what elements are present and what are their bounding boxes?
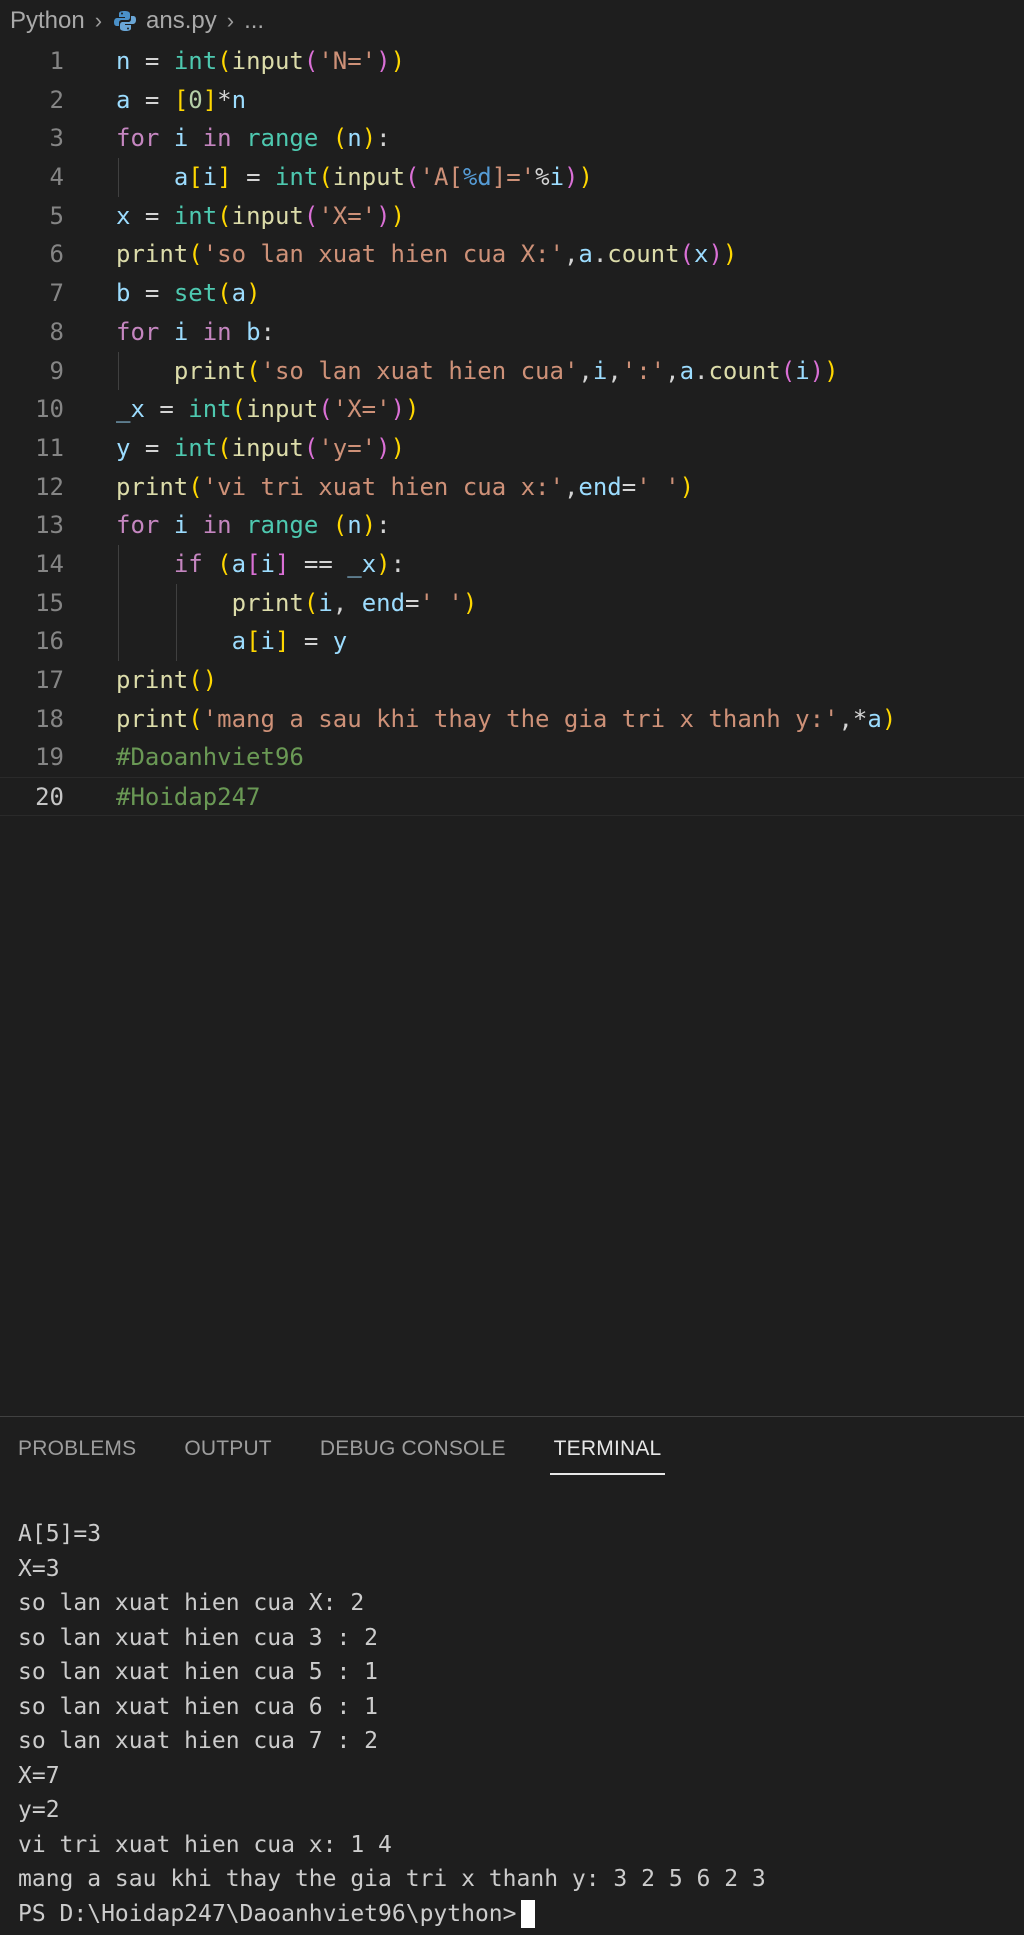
- panel-tabs: PROBLEMS OUTPUT DEBUG CONSOLE TERMINAL: [0, 1417, 691, 1481]
- code-text: #Hoidap247: [116, 783, 261, 812]
- code-text: y = int(input('y=')): [116, 433, 406, 462]
- line-number: 14: [35, 549, 64, 578]
- code-line[interactable]: 1 n = int(input('N=')): [0, 42, 1024, 81]
- terminal-prompt: PS D:\Hoidap247\Daoanhviet96\python>: [18, 1900, 517, 1927]
- breadcrumb: Python › ans.py › ...: [0, 0, 1024, 42]
- code-line[interactable]: 16 a[i] = y: [0, 622, 1024, 661]
- terminal-line: X=3: [18, 1555, 60, 1582]
- code-line[interactable]: 11 y = int(input('y=')): [0, 429, 1024, 468]
- code-line[interactable]: 10 _x = int(input('X=')): [0, 390, 1024, 429]
- code-text: #Daoanhviet96: [116, 743, 304, 772]
- code-line[interactable]: 3 for i in range (n):: [0, 119, 1024, 158]
- line-number: 10: [35, 395, 64, 424]
- code-text: b = set(a): [116, 279, 261, 308]
- code-text: a[i] = y: [231, 627, 348, 656]
- line-number: 5: [49, 201, 64, 230]
- chevron-right-icon: ›: [94, 8, 103, 33]
- code-line[interactable]: 18 print('mang a sau khi thay the gia tri…: [0, 700, 1024, 739]
- code-text: a = [0]*n: [116, 85, 247, 114]
- line-number: 6: [49, 240, 64, 269]
- chevron-right-icon: ›: [226, 8, 235, 33]
- code-text: a[i] = int(input('A[%d]='%i)): [173, 163, 593, 192]
- tab-problems[interactable]: PROBLEMS: [18, 1429, 136, 1469]
- code-line[interactable]: 12 print('vi tri xuat hien cua x:',end=' …: [0, 468, 1024, 507]
- code-text: print('mang a sau khi thay the gia tri x…: [116, 704, 897, 733]
- terminal-line: so lan xuat hien cua 5 : 1: [18, 1659, 379, 1685]
- breadcrumb-folder[interactable]: Python: [10, 7, 85, 35]
- code-text: print(i, end=' '): [231, 588, 478, 617]
- code-line[interactable]: 14 if (a[i] == _x):: [0, 544, 1024, 584]
- terminal-line: vi tri xuat hien cua x: 1 4: [18, 1831, 392, 1858]
- code-text: print('vi tri xuat hien cua x:',end=' '): [116, 472, 695, 501]
- code-text: x = int(input('X=')): [116, 201, 406, 230]
- code-line[interactable]: 8 for i in b:: [0, 313, 1024, 352]
- code-line[interactable]: 4 a[i] = int(input('A[%d]='%i)): [0, 158, 1024, 197]
- code-text: _x = int(input('X=')): [116, 395, 420, 424]
- terminal-line: so lan xuat hien cua 3 : 2: [18, 1624, 379, 1651]
- line-number: 7: [49, 279, 64, 308]
- code-text: for i in range (n):: [116, 124, 391, 153]
- terminal-line: so lan xuat hien cua 7 : 2: [18, 1728, 379, 1754]
- breadcrumb-file[interactable]: ans.py: [146, 7, 217, 35]
- code-line[interactable]: 20 #Hoidap247: [0, 777, 1024, 816]
- line-number: 8: [49, 317, 64, 346]
- tab-debug-console[interactable]: DEBUG CONSOLE: [320, 1429, 506, 1469]
- code-text: for i in range (n):: [116, 511, 391, 540]
- code-editor[interactable]: 1 n = int(input('N=')) 2 a = [0]*n 3 for i in…: [0, 42, 1024, 816]
- line-number: 16: [35, 627, 64, 656]
- terminal-cursor: [520, 1900, 535, 1928]
- bottom-panel: PROBLEMS OUTPUT DEBUG CONSOLE TERMINAL A…: [0, 1416, 1024, 1935]
- breadcrumb-symbols[interactable]: ...: [244, 7, 264, 35]
- line-number: 2: [49, 85, 64, 114]
- line-number: 20: [35, 783, 64, 812]
- line-number: 13: [35, 511, 64, 540]
- code-text: if (a[i] == _x):: [173, 549, 406, 578]
- code-line[interactable]: 7 b = set(a): [0, 274, 1024, 313]
- line-number: 19: [35, 743, 64, 772]
- terminal-output[interactable]: A[5]=3 X=3 so lan xuat hien cua X: 2 so …: [18, 1517, 766, 1931]
- code-line[interactable]: 9 print('so lan xuat hien cua',i,':',a.c…: [0, 351, 1024, 391]
- terminal-line: y=2: [18, 1797, 60, 1823]
- code-text: print(): [116, 666, 218, 694]
- line-number: 4: [49, 163, 64, 192]
- terminal-line: so lan xuat hien cua 6 : 1: [18, 1693, 379, 1720]
- line-number: 3: [49, 124, 64, 153]
- tab-output[interactable]: OUTPUT: [184, 1429, 272, 1469]
- terminal-line: X=7: [18, 1762, 60, 1789]
- python-file-icon: [114, 11, 137, 31]
- code-line[interactable]: 17 print(): [0, 661, 1024, 700]
- code-text: for i in b:: [116, 317, 275, 346]
- code-line[interactable]: 6 print('so lan xuat hien cua X:',a.count…: [0, 235, 1024, 274]
- code-line[interactable]: 2 a = [0]*n: [0, 81, 1024, 120]
- code-line[interactable]: 19 #Daoanhviet96: [0, 738, 1024, 777]
- code-text: print('so lan xuat hien cua X:',a.count(…: [116, 240, 738, 269]
- code-line[interactable]: 15 print(i, end=' '): [0, 583, 1024, 623]
- terminal-line: so lan xuat hien cua X: 2: [18, 1590, 365, 1616]
- line-number: 12: [35, 472, 64, 501]
- code-text: n = int(input('N=')): [116, 47, 406, 75]
- terminal-prompt-line[interactable]: PS D:\Hoidap247\Daoanhviet96\python>: [18, 1897, 766, 1932]
- line-number: 18: [35, 704, 64, 733]
- terminal-line: A[5]=3: [18, 1521, 102, 1547]
- line-number: 11: [35, 433, 64, 462]
- code-line[interactable]: 13 for i in range (n):: [0, 506, 1024, 545]
- code-text: print('so lan xuat hien cua',i,':',a.cou…: [173, 356, 839, 385]
- line-number: 17: [35, 666, 64, 694]
- line-number: 9: [49, 356, 64, 385]
- terminal-line: mang a sau khi thay the gia tri x thanh …: [18, 1866, 766, 1892]
- code-line[interactable]: 5 x = int(input('X=')): [0, 197, 1024, 236]
- line-number: 1: [49, 47, 64, 75]
- tab-terminal[interactable]: TERMINAL: [549, 1429, 666, 1475]
- line-number: 15: [35, 588, 64, 617]
